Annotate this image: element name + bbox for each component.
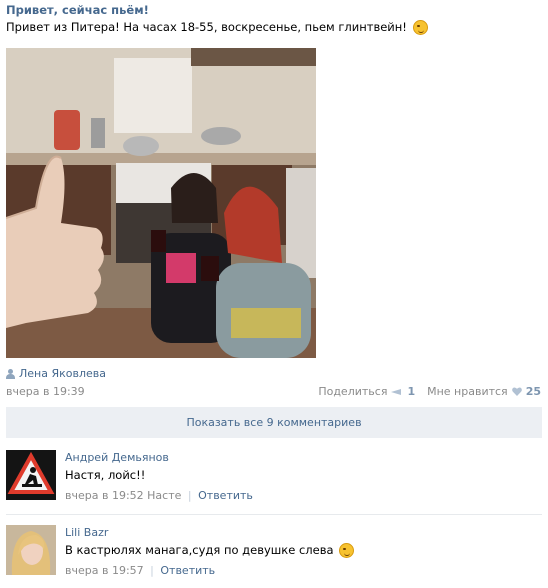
comment-date[interactable]: вчера в 19:52 bbox=[65, 489, 144, 502]
comment-author[interactable]: Lili Bazr bbox=[65, 526, 108, 539]
comment-author[interactable]: Андрей Демьянов bbox=[65, 451, 169, 464]
comment-divider bbox=[6, 514, 542, 515]
avatar-photo bbox=[6, 525, 56, 575]
comment-date[interactable]: вчера в 19:57 bbox=[65, 564, 144, 577]
comment-text: Настя, лойс!! bbox=[65, 468, 146, 482]
post-photo[interactable] bbox=[6, 48, 316, 358]
post-text-row: Привет из Питера! На часах 18-55, воскре… bbox=[6, 20, 428, 35]
roadwork-sign-icon bbox=[6, 450, 56, 500]
comment-text: В кастрюлях манага,судя по девушке слева bbox=[65, 543, 334, 557]
person-icon bbox=[6, 368, 15, 379]
comment-text-row: В кастрюлях манага,судя по девушке слева bbox=[65, 543, 355, 558]
photo-author-name[interactable]: Лена Яковлева bbox=[19, 367, 106, 380]
comment-item: Lili Bazr В кастрюлях манага,судя по дев… bbox=[6, 525, 542, 585]
avatar[interactable] bbox=[6, 525, 56, 575]
post-actions: Поделиться 1 Мне нравится 25 bbox=[318, 385, 541, 398]
share-button[interactable]: Поделиться 1 bbox=[318, 385, 415, 398]
comment-item: Андрей Демьянов Настя, лойс!! вчера в 19… bbox=[6, 450, 542, 510]
smiley-icon bbox=[339, 543, 355, 558]
show-all-comments-button[interactable]: Показать все 9 комментариев bbox=[6, 407, 542, 438]
post-text: Привет из Питера! На часах 18-55, воскре… bbox=[6, 20, 407, 34]
like-label: Мне нравится bbox=[427, 385, 508, 398]
comment-meta: вчера в 19:52 Насте | Ответить bbox=[65, 489, 253, 502]
comment-meta: вчера в 19:57 | Ответить bbox=[65, 564, 216, 577]
winking-smiley-icon bbox=[412, 20, 428, 35]
like-button[interactable]: Мне нравится 25 bbox=[427, 385, 541, 398]
megaphone-icon bbox=[391, 387, 403, 396]
heart-icon bbox=[511, 387, 522, 396]
reply-button[interactable]: Ответить bbox=[160, 564, 215, 577]
share-count: 1 bbox=[407, 385, 416, 398]
avatar[interactable] bbox=[6, 450, 56, 500]
photo-author[interactable]: Лена Яковлева bbox=[6, 367, 106, 380]
post-title: Привет, сейчас пьём! bbox=[6, 3, 149, 17]
like-count: 25 bbox=[525, 385, 541, 398]
share-label: Поделиться bbox=[318, 385, 388, 398]
comment-reply-to[interactable]: Насте bbox=[147, 489, 181, 502]
photo-kitchen-illustration bbox=[6, 48, 316, 358]
reply-button[interactable]: Ответить bbox=[198, 489, 253, 502]
post-date[interactable]: вчера в 19:39 bbox=[6, 385, 85, 398]
